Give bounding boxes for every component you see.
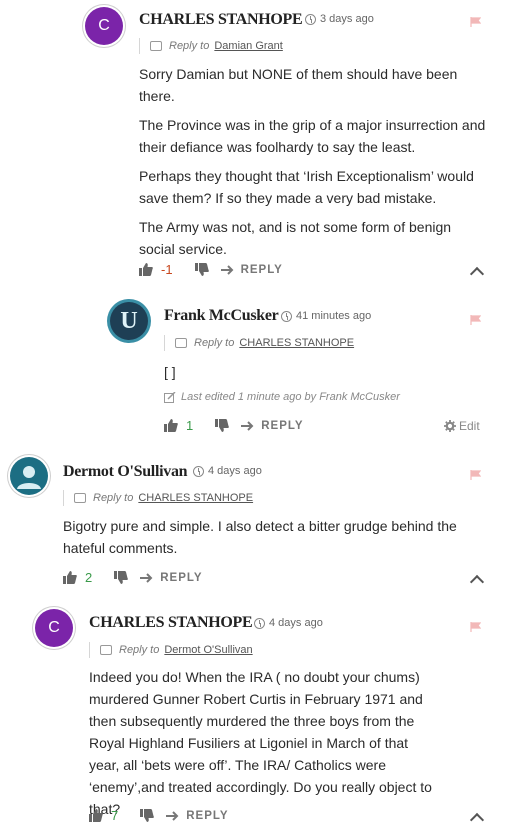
reply-to-label: Reply to xyxy=(119,644,160,656)
comment-actions: 7 REPLY xyxy=(89,808,229,823)
vote-count: 7 xyxy=(111,808,119,823)
vote-count: -1 xyxy=(161,262,173,277)
clock-icon xyxy=(281,310,292,322)
reply-to-line: Reply to CHARLES STANHOPE xyxy=(63,490,253,506)
comment-author[interactable]: Dermot O'Sullivan xyxy=(63,463,188,481)
avatar[interactable]: C xyxy=(85,7,123,45)
comment-actions: -1 REPLY xyxy=(139,262,283,277)
reply-arrow-icon xyxy=(220,264,233,275)
comment-body: Sorry Damian but NONE of them should hav… xyxy=(139,63,489,267)
comment-paragraph: [ ] xyxy=(164,364,176,380)
comment-timestamp[interactable]: 4 days ago xyxy=(254,617,323,629)
reply-button[interactable]: REPLY xyxy=(140,572,202,584)
reply-bubble-icon xyxy=(150,41,162,51)
reply-bubble-icon xyxy=(100,645,112,655)
timestamp-text: 4 days ago xyxy=(208,465,262,477)
default-user-icon xyxy=(17,466,41,489)
thumbs-down-icon[interactable] xyxy=(215,419,230,432)
chevron-up-icon[interactable] xyxy=(469,574,485,590)
reply-to-target-link[interactable]: Damian Grant xyxy=(214,40,282,52)
vote-count: 1 xyxy=(186,418,194,433)
comment-body: Bigotry pure and simple. I also detect a… xyxy=(63,515,483,566)
comment-paragraph: The Province was in the grip of a major … xyxy=(139,117,486,155)
reply-bubble-icon xyxy=(175,338,187,348)
thumbs-down-icon[interactable] xyxy=(194,263,209,276)
avatar[interactable]: U xyxy=(110,302,148,340)
thumbs-up-icon[interactable] xyxy=(139,263,153,276)
vote-count: 2 xyxy=(85,570,93,585)
comment-actions: 2 REPLY xyxy=(63,570,203,585)
reply-to-target-link[interactable]: CHARLES STANHOPE xyxy=(239,337,354,349)
reply-arrow-icon xyxy=(140,572,153,583)
reply-label: REPLY xyxy=(186,809,229,822)
flag-icon[interactable] xyxy=(470,622,481,632)
edit-label: Edit xyxy=(459,419,480,433)
comment-actions: 1 REPLY xyxy=(164,418,304,433)
flag-icon[interactable] xyxy=(470,315,481,325)
chevron-up-icon[interactable] xyxy=(469,812,485,828)
flag-icon[interactable] xyxy=(470,470,481,480)
comment-body: [ ] xyxy=(164,361,464,390)
reply-arrow-icon xyxy=(241,420,254,431)
comment-timestamp[interactable]: 3 days ago xyxy=(305,13,374,25)
reply-button[interactable]: REPLY xyxy=(166,810,228,822)
comment-author[interactable]: Frank McCusker xyxy=(164,307,279,325)
flag-icon[interactable] xyxy=(470,17,481,27)
gear-icon xyxy=(444,420,456,432)
avatar[interactable]: C xyxy=(35,609,73,647)
reply-to-target-link[interactable]: CHARLES STANHOPE xyxy=(138,492,253,504)
thumbs-up-icon[interactable] xyxy=(63,571,77,584)
reply-button[interactable]: REPLY xyxy=(241,420,303,432)
comment-author[interactable]: CHARLES STANHOPE xyxy=(89,614,253,632)
comment-paragraph: The Army was not, and is not some form o… xyxy=(139,219,452,257)
comment-paragraph: Bigotry pure and simple. I also detect a… xyxy=(63,518,457,556)
reply-button[interactable]: REPLY xyxy=(220,263,283,276)
comment-paragraph: Indeed you do! When the IRA ( no doubt y… xyxy=(89,669,432,817)
edited-text: Last edited 1 minute ago by Frank McCusk… xyxy=(181,391,400,403)
clock-icon xyxy=(305,13,316,25)
timestamp-text: 3 days ago xyxy=(320,13,374,25)
thumbs-down-icon[interactable] xyxy=(140,809,155,822)
edited-note: Last edited 1 minute ago by Frank McCusk… xyxy=(164,391,400,403)
reply-to-line: Reply to CHARLES STANHOPE xyxy=(164,335,354,351)
chevron-up-icon[interactable] xyxy=(469,266,485,282)
comment-timestamp[interactable]: 4 days ago xyxy=(193,465,262,477)
comment-paragraph: Sorry Damian but NONE of them should hav… xyxy=(139,66,458,104)
timestamp-text: 41 minutes ago xyxy=(296,310,372,322)
pencil-icon xyxy=(164,391,176,403)
reply-label: REPLY xyxy=(160,571,203,584)
thumbs-up-icon[interactable] xyxy=(164,419,178,432)
comment-timestamp[interactable]: 41 minutes ago xyxy=(281,310,371,322)
reply-to-line: Reply to Dermot O'Sullivan xyxy=(89,642,253,658)
clock-icon xyxy=(193,465,204,477)
reply-bubble-icon xyxy=(74,493,86,503)
reply-label: REPLY xyxy=(240,263,283,276)
edit-button[interactable]: Edit xyxy=(444,419,480,433)
reply-to-label: Reply to xyxy=(194,337,235,349)
avatar[interactable] xyxy=(10,457,48,495)
thumbs-down-icon[interactable] xyxy=(114,571,129,584)
comment-author[interactable]: CHARLES STANHOPE xyxy=(139,11,303,29)
clock-icon xyxy=(254,617,265,629)
reply-to-line: Reply to Damian Grant xyxy=(139,38,283,54)
reply-to-label: Reply to xyxy=(169,40,210,52)
comment-body: Indeed you do! When the IRA ( no doubt y… xyxy=(89,666,439,827)
timestamp-text: 4 days ago xyxy=(269,617,323,629)
comment-paragraph: Perhaps they thought that ‘Irish Excepti… xyxy=(139,168,474,206)
thumbs-up-icon[interactable] xyxy=(89,809,103,822)
reply-label: REPLY xyxy=(261,419,304,432)
reply-to-label: Reply to xyxy=(93,492,134,504)
reply-to-target-link[interactable]: Dermot O'Sullivan xyxy=(164,644,252,656)
reply-arrow-icon xyxy=(166,810,179,821)
